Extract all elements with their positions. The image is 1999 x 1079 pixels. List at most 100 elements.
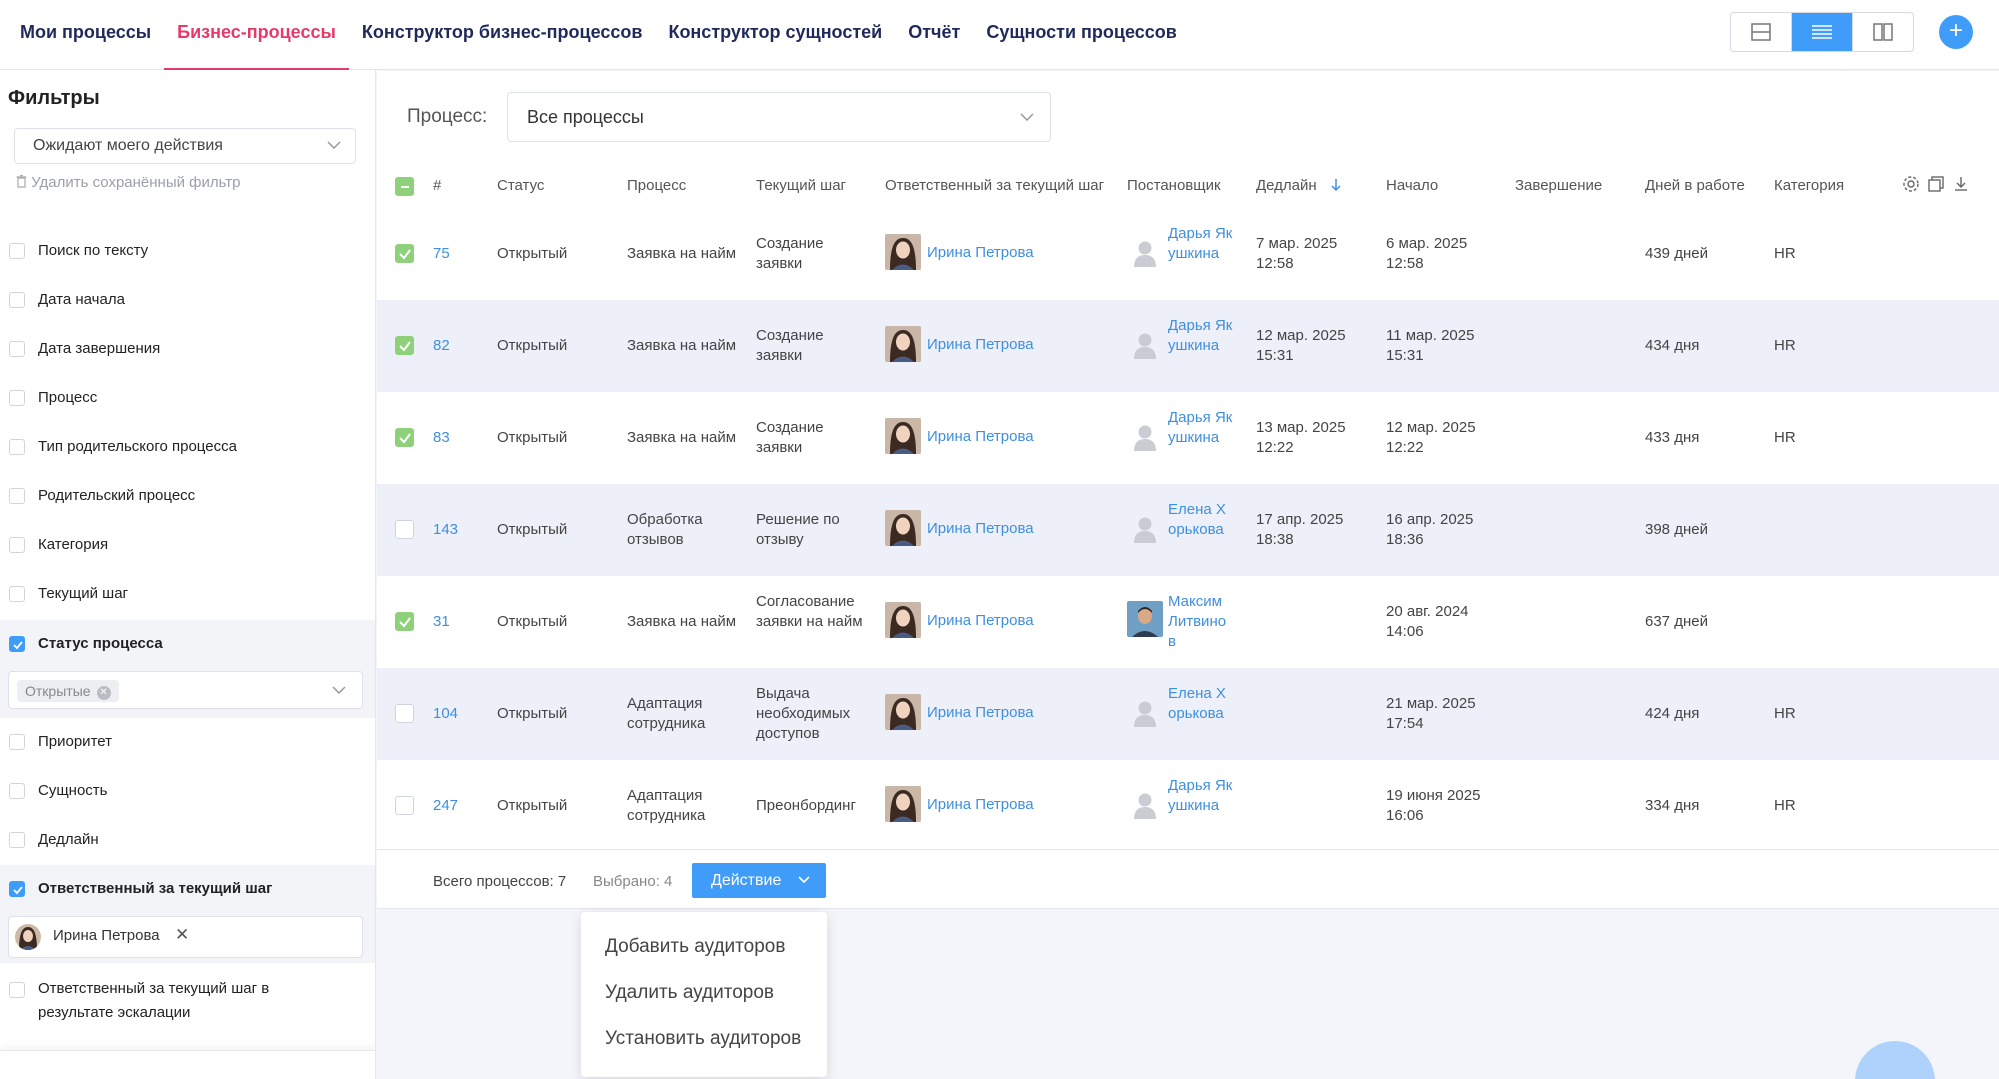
row-checkbox[interactable]: [395, 704, 414, 723]
process-id-link[interactable]: 104: [433, 704, 458, 724]
process-id-link[interactable]: 83: [433, 428, 450, 448]
column-header-deadline[interactable]: Дедлайн: [1256, 177, 1341, 194]
checkbox-checked[interactable]: [9, 881, 25, 897]
column-header-id[interactable]: #: [433, 177, 441, 194]
checkbox[interactable]: [9, 832, 25, 848]
table-row[interactable]: 83 Открытый Заявка на найм Создание заявки И…: [377, 392, 1999, 484]
row-checkbox[interactable]: [395, 796, 414, 815]
add-process-button[interactable]: +: [1939, 15, 1973, 49]
author-link[interactable]: Дарья Якушкина: [1168, 224, 1234, 264]
row-checkbox-checked[interactable]: [395, 336, 414, 355]
tab-report[interactable]: Отчёт: [895, 0, 973, 70]
filter-category[interactable]: Категория: [0, 521, 375, 570]
column-header-days[interactable]: Дней в работе: [1645, 177, 1745, 194]
menu-item-add-auditors[interactable]: Добавить аудиторов: [605, 936, 785, 958]
tab-my-processes[interactable]: Мои процессы: [20, 0, 164, 70]
checkbox[interactable]: [9, 390, 25, 406]
checkbox[interactable]: [9, 537, 25, 553]
view-list-button[interactable]: [1792, 13, 1853, 51]
checkbox[interactable]: [9, 488, 25, 504]
view-split-horizontal-button[interactable]: [1731, 13, 1792, 51]
table-row[interactable]: 75 Открытый Заявка на найм Создание заявки И…: [377, 208, 1999, 300]
close-icon[interactable]: ✕: [175, 925, 189, 945]
process-id-link[interactable]: 247: [433, 796, 458, 816]
filter-current-step[interactable]: Текущий шаг: [0, 570, 375, 619]
filter-start-date[interactable]: Дата начала: [0, 276, 375, 325]
table-row[interactable]: 31 Открытый Заявка на найм Согласование зая…: [377, 576, 1999, 668]
filter-deadline[interactable]: Дедлайн: [0, 816, 375, 865]
filter-priority[interactable]: Приоритет: [0, 718, 375, 767]
process-id-link[interactable]: 143: [433, 520, 458, 540]
process-id-link[interactable]: 31: [433, 612, 450, 632]
checkbox[interactable]: [9, 341, 25, 357]
chat-widget-button[interactable]: [1855, 1041, 1935, 1079]
status-select[interactable]: Открытые ✕: [8, 671, 363, 709]
row-checkbox-checked[interactable]: [395, 244, 414, 263]
author-link[interactable]: Дарья Якушкина: [1168, 408, 1234, 448]
author-link[interactable]: Елена Хорькова: [1168, 500, 1234, 540]
table-row[interactable]: 104 Открытый Адаптация сотрудника Выдача не…: [377, 668, 1999, 760]
responsible-link[interactable]: Ирина Петрова: [927, 427, 1034, 447]
row-checkbox-checked[interactable]: [395, 612, 414, 631]
row-checkbox[interactable]: [395, 520, 414, 539]
action-button[interactable]: Действие: [692, 863, 826, 898]
column-header-process[interactable]: Процесс: [627, 177, 686, 194]
checkbox[interactable]: [9, 439, 25, 455]
filter-parent-process-type[interactable]: Тип родительского процесса: [0, 423, 375, 472]
responsible-select[interactable]: Ирина Петрова ✕: [8, 916, 363, 958]
table-row[interactable]: 82 Открытый Заявка на найм Создание заявки И…: [377, 300, 1999, 392]
tab-process-entities[interactable]: Сущности процессов: [973, 0, 1190, 70]
menu-item-remove-auditors[interactable]: Удалить аудиторов: [605, 982, 774, 1004]
view-columns-button[interactable]: [1853, 13, 1913, 51]
checkbox-checked[interactable]: [9, 636, 25, 652]
delete-saved-filter-link[interactable]: Удалить сохранённый фильтр: [16, 174, 240, 191]
tab-entity-constructor[interactable]: Конструктор сущностей: [655, 0, 895, 70]
process-id-link[interactable]: 82: [433, 336, 450, 356]
checkbox[interactable]: [9, 783, 25, 799]
row-checkbox-checked[interactable]: [395, 428, 414, 447]
menu-item-set-auditors[interactable]: Установить аудиторов: [605, 1028, 801, 1050]
checkbox[interactable]: [9, 586, 25, 602]
responsible-link[interactable]: Ирина Петрова: [927, 703, 1034, 723]
chip-remove-icon[interactable]: ✕: [96, 686, 111, 700]
copy-icon[interactable]: [1927, 175, 1945, 198]
responsible-link[interactable]: Ирина Петрова: [927, 795, 1034, 815]
gear-icon[interactable]: [1902, 175, 1920, 198]
column-header-status[interactable]: Статус: [497, 177, 544, 194]
column-header-current-step[interactable]: Текущий шаг: [756, 177, 846, 194]
filter-process-status[interactable]: Статус процесса: [0, 620, 375, 669]
tab-process-constructor[interactable]: Конструктор бизнес-процессов: [349, 0, 656, 70]
responsible-link[interactable]: Ирина Петрова: [927, 611, 1034, 631]
checkbox[interactable]: [9, 734, 25, 750]
column-header-start[interactable]: Начало: [1386, 177, 1438, 194]
table-row[interactable]: 247 Открытый Адаптация сотрудника Преонборд…: [377, 760, 1999, 852]
column-header-end[interactable]: Завершение: [1515, 177, 1602, 194]
saved-filter-select[interactable]: Ожидают моего действия: [14, 128, 356, 164]
checkbox[interactable]: [9, 292, 25, 308]
process-id-link[interactable]: 75: [433, 244, 450, 264]
responsible-link[interactable]: Ирина Петрова: [927, 519, 1034, 539]
download-icon[interactable]: [1952, 175, 1970, 198]
column-header-author[interactable]: Постановщик: [1127, 177, 1221, 194]
responsible-link[interactable]: Ирина Петрова: [927, 335, 1034, 355]
column-header-responsible[interactable]: Ответственный за текущий шаг: [885, 177, 1104, 194]
filter-parent-process[interactable]: Родительский процесс: [0, 472, 375, 521]
checkbox[interactable]: [9, 243, 25, 259]
filter-process[interactable]: Процесс: [0, 374, 375, 423]
tab-business-processes[interactable]: Бизнес-процессы: [164, 0, 349, 70]
author-link[interactable]: Дарья Якушкина: [1168, 316, 1234, 356]
checkbox[interactable]: [9, 982, 25, 998]
filter-responsible-escalation[interactable]: Ответственный за текущий шаг в результат…: [0, 977, 375, 1037]
responsible-link[interactable]: Ирина Петрова: [927, 243, 1034, 263]
filter-entity[interactable]: Сущность: [0, 767, 375, 816]
table-row[interactable]: 143 Открытый Обработка отзывов Решение по о…: [377, 484, 1999, 576]
author-link[interactable]: Елена Хорькова: [1168, 684, 1234, 724]
filter-end-date[interactable]: Дата завершения: [0, 325, 375, 374]
author-link[interactable]: Максим Литвинов: [1168, 592, 1234, 652]
select-all-checkbox[interactable]: [395, 177, 414, 196]
filter-responsible[interactable]: Ответственный за текущий шаг: [0, 865, 375, 914]
column-header-category[interactable]: Категория: [1774, 177, 1844, 194]
filter-text-search[interactable]: Поиск по тексту: [0, 227, 375, 276]
author-link[interactable]: Дарья Якушкина: [1168, 776, 1234, 816]
process-select[interactable]: Все процессы: [507, 92, 1051, 142]
